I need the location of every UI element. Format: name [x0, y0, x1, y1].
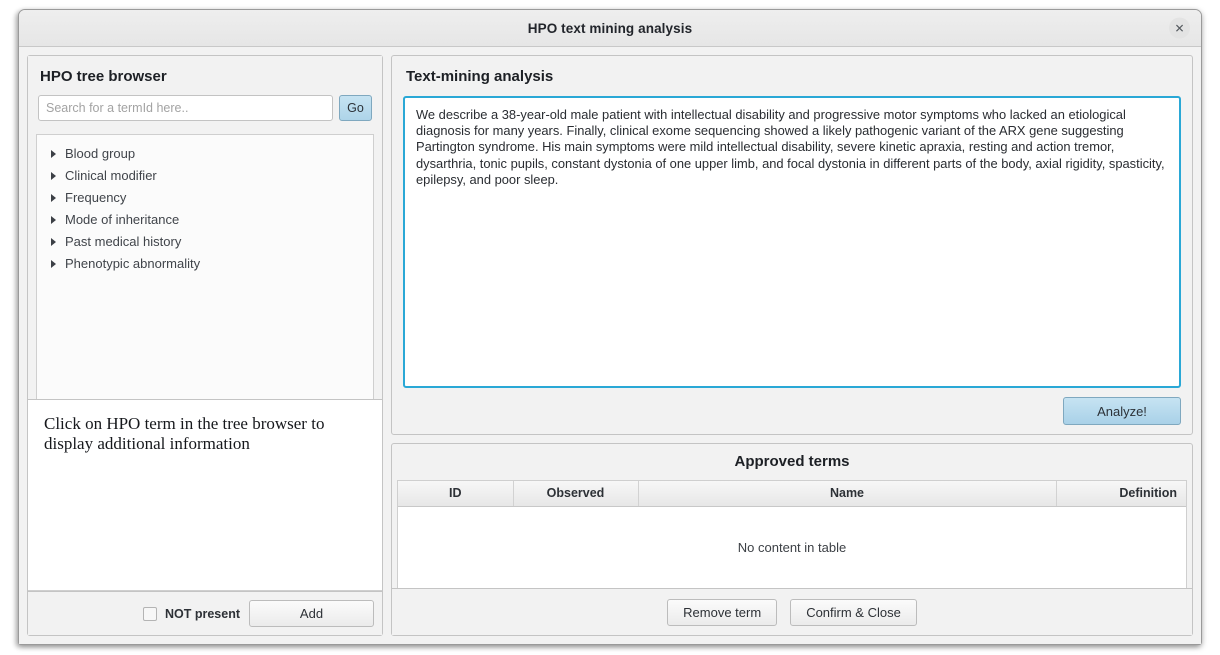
column-header-name[interactable]: Name: [638, 481, 1057, 507]
column-header-definition[interactable]: Definition: [1056, 481, 1186, 507]
tree-section: HPO tree browser Go Blood group Clinical…: [28, 56, 382, 400]
term-info-box: Click on HPO term in the tree browser to…: [28, 400, 382, 591]
search-input[interactable]: [38, 95, 333, 121]
tree-item-label: Blood group: [65, 146, 136, 161]
chevron-right-icon[interactable]: [51, 172, 56, 180]
not-present-checkbox[interactable]: NOT present: [142, 606, 240, 621]
table-header-row: ID Observed Name Definition: [398, 481, 1186, 507]
column-header-id[interactable]: ID: [398, 481, 514, 507]
title-bar: HPO text mining analysis ✕: [19, 10, 1201, 47]
analyze-button[interactable]: Analyze!: [1063, 397, 1181, 425]
chevron-right-icon[interactable]: [51, 216, 56, 224]
hpo-tree-browser-panel: HPO tree browser Go Blood group Clinical…: [27, 55, 383, 636]
table-empty-message: No content in table: [398, 506, 1186, 588]
close-icon[interactable]: ✕: [1169, 17, 1190, 39]
tree-item-label: Mode of inheritance: [65, 212, 180, 227]
window-title: HPO text mining analysis: [527, 20, 693, 36]
approved-terms-title: Approved terms: [734, 453, 850, 470]
tree-item-label: Past medical history: [65, 234, 182, 249]
text-mining-section: Text-mining analysis Analyze!: [391, 55, 1193, 435]
tree-browser-heading: HPO tree browser: [40, 68, 167, 85]
tree-item-label: Frequency: [65, 190, 127, 205]
chevron-right-icon[interactable]: [51, 150, 56, 158]
tree-item-mode-of-inheritance[interactable]: Mode of inheritance: [37, 209, 373, 231]
add-button[interactable]: Add: [249, 600, 374, 627]
tree-item-label: Phenotypic abnormality: [65, 256, 201, 271]
hpo-tree-list: Blood group Clinical modifier Frequency …: [36, 134, 374, 399]
text-mining-textarea[interactable]: [403, 96, 1181, 388]
not-present-label: NOT present: [164, 606, 240, 621]
column-header-observed[interactable]: Observed: [513, 481, 639, 507]
left-panel-footer: NOT present Add: [28, 591, 382, 635]
chevron-right-icon[interactable]: [51, 238, 56, 246]
tree-item-clinical-modifier[interactable]: Clinical modifier: [37, 165, 373, 187]
text-mining-heading: Text-mining analysis: [406, 68, 554, 85]
tree-item-phenotypic-abnormality[interactable]: Phenotypic abnormality: [37, 253, 373, 275]
remove-term-button[interactable]: Remove term: [667, 598, 778, 626]
search-row: Go: [38, 95, 372, 121]
chevron-right-icon[interactable]: [51, 260, 56, 268]
right-panel: Text-mining analysis Analyze! Approved t…: [391, 55, 1193, 636]
tree-item-label: Clinical modifier: [65, 168, 157, 183]
confirm-close-button[interactable]: Confirm & Close: [790, 598, 917, 626]
approved-terms-table: ID Observed Name Definition: [398, 481, 1186, 507]
analyze-row: Analyze!: [403, 388, 1181, 425]
checkbox-icon[interactable]: [142, 606, 157, 621]
approved-terms-footer: Remove term Confirm & Close: [392, 588, 1192, 635]
tree-item-frequency[interactable]: Frequency: [37, 187, 373, 209]
chevron-right-icon[interactable]: [51, 194, 56, 202]
tree-item-past-medical-history[interactable]: Past medical history: [37, 231, 373, 253]
dialog-body: HPO tree browser Go Blood group Clinical…: [19, 47, 1201, 644]
go-button[interactable]: Go: [339, 95, 372, 121]
tree-item-blood-group[interactable]: Blood group: [37, 143, 373, 165]
approved-terms-section: Approved terms ID Observed Name Definiti…: [391, 443, 1193, 636]
approved-terms-table-wrap: ID Observed Name Definition No content i…: [397, 480, 1187, 588]
hpo-dialog-window: HPO text mining analysis ✕ HPO tree brow…: [18, 9, 1202, 645]
